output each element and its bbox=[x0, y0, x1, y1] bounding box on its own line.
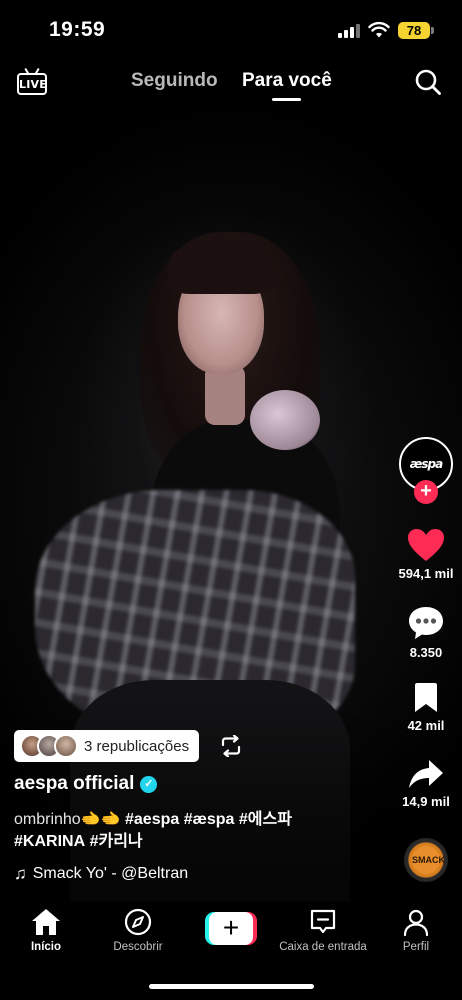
bookmark-button[interactable]: 42 mil bbox=[391, 682, 461, 733]
repost-avatars bbox=[20, 734, 78, 758]
share-button[interactable]: 14,9 mil bbox=[391, 758, 461, 809]
home-icon bbox=[32, 909, 60, 935]
video-frame-neck bbox=[205, 365, 245, 425]
hashtag[interactable]: #aespa bbox=[125, 811, 179, 828]
post-description[interactable]: ombrinho🫲🫲 #aespa #æspa #에스파 #KARINA #카리나 bbox=[14, 809, 374, 853]
nav-inbox[interactable]: Caixa de entrada bbox=[277, 908, 369, 953]
reposts-label: 3 republicações bbox=[84, 737, 190, 755]
inbox-icon bbox=[310, 909, 336, 934]
comment-button[interactable]: 8.350 bbox=[391, 605, 461, 660]
nav-profile-label: Perfil bbox=[402, 941, 430, 953]
sound-title: Smack Yo' - @Beltran bbox=[32, 865, 189, 882]
avatar bbox=[54, 734, 78, 758]
battery-indicator: 78 bbox=[398, 22, 430, 39]
compass-icon bbox=[124, 908, 152, 936]
bookmark-icon bbox=[415, 683, 437, 712]
status-bar: 19:59 78 bbox=[0, 0, 462, 62]
live-label: LIVE bbox=[19, 78, 47, 91]
create-button[interactable]: + bbox=[205, 912, 257, 945]
hashtag[interactable]: #카리나 bbox=[90, 833, 143, 850]
sound-link[interactable]: ♫ Smack Yo' - @Beltran bbox=[14, 864, 188, 884]
tab-following[interactable]: Seguindo bbox=[131, 70, 218, 92]
reposts-chip[interactable]: 3 republicações bbox=[14, 730, 200, 762]
music-disc[interactable]: SMACK bbox=[404, 838, 448, 882]
profile-icon bbox=[403, 909, 429, 936]
wifi-icon bbox=[368, 21, 390, 38]
description-text: ombrinho🫲🫲 bbox=[14, 811, 125, 828]
music-note-icon: ♫ bbox=[14, 864, 27, 883]
plus-icon: + bbox=[209, 912, 253, 945]
like-button[interactable]: 594,1 mil bbox=[391, 528, 461, 581]
search-icon[interactable] bbox=[414, 68, 442, 96]
heart-icon bbox=[408, 529, 444, 561]
home-indicator[interactable] bbox=[149, 984, 314, 989]
live-button[interactable]: LIVE bbox=[16, 66, 50, 98]
verified-badge-icon: ✓ bbox=[140, 775, 158, 793]
nav-home[interactable]: Início bbox=[0, 908, 92, 953]
like-count: 594,1 mil bbox=[398, 566, 454, 581]
nav-profile[interactable]: Perfil bbox=[370, 908, 462, 953]
video-frame-shoulder bbox=[250, 390, 320, 450]
tab-for-you[interactable]: Para você bbox=[242, 70, 332, 92]
avatar-logo: æspa bbox=[409, 457, 443, 471]
author-name[interactable]: aespa official bbox=[14, 773, 134, 795]
video-frame-bangs bbox=[168, 238, 274, 294]
battery-tip bbox=[431, 27, 434, 34]
share-count: 14,9 mil bbox=[402, 794, 450, 809]
nav-inbox-label: Caixa de entrada bbox=[279, 941, 367, 953]
repost-icon[interactable] bbox=[219, 735, 243, 757]
author-name-row[interactable]: aespa official ✓ bbox=[14, 773, 158, 795]
nav-discover[interactable]: Descobrir bbox=[92, 908, 184, 953]
music-disc-cover: SMACK bbox=[412, 846, 445, 874]
comment-count: 8.350 bbox=[409, 645, 443, 660]
comment-icon bbox=[409, 607, 443, 639]
cellular-signal-icon bbox=[338, 24, 360, 38]
nav-discover-label: Descobrir bbox=[113, 941, 163, 953]
share-arrow-icon bbox=[409, 760, 443, 788]
bookmark-count: 42 mil bbox=[407, 718, 445, 733]
active-tab-indicator bbox=[272, 98, 301, 101]
hashtag[interactable]: #KARINA bbox=[14, 833, 85, 850]
follow-button[interactable]: + bbox=[414, 480, 438, 504]
status-time: 19:59 bbox=[49, 18, 106, 41]
hashtag[interactable]: #æspa bbox=[184, 811, 235, 828]
nav-home-label: Início bbox=[30, 941, 62, 953]
hashtag[interactable]: #에스파 bbox=[239, 811, 292, 828]
